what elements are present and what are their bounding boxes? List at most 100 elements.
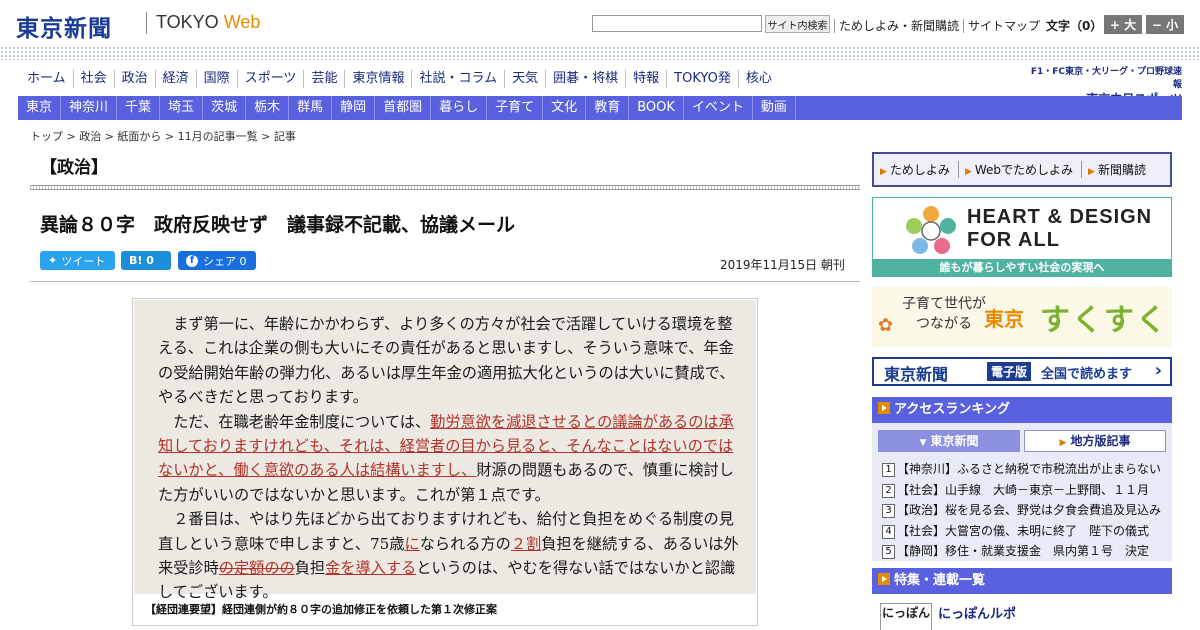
local-kyoiku[interactable]: 教育 bbox=[586, 96, 630, 120]
heart-line-1: HEART & DESIGN bbox=[967, 206, 1153, 228]
local-gunma[interactable]: 群馬 bbox=[289, 96, 333, 120]
scan-paragraph-3: ２番目は、やはり先ほどから出ておりますけれども、給付と負担をめぐる制度の見直しと… bbox=[158, 507, 746, 605]
facebook-share-button[interactable]: f シェア 0 bbox=[178, 251, 256, 270]
article-headline: 異論８０字 政府反映せず 議事録不記載、協議メール bbox=[40, 214, 516, 236]
font-small-button[interactable]: − 小 bbox=[1146, 15, 1184, 34]
feature-item[interactable]: にっぽん にっぽんルポ bbox=[872, 597, 1172, 630]
nav-kakushin[interactable]: 核心 bbox=[737, 70, 779, 88]
subscribe-promo-bar: ▶ ためしよみ ▶ Webでためしよみ ▶ 新聞購読 bbox=[872, 152, 1172, 187]
nav-international[interactable]: 国際 bbox=[195, 70, 237, 88]
ranking-item-text: 【社会】大嘗宮の儀、未明に終了 陛下の儀式 bbox=[897, 523, 1150, 538]
red-underline-text: の定額のの bbox=[218, 559, 295, 578]
local-kosodate[interactable]: 子育て bbox=[487, 96, 544, 120]
promo-subscribe-link[interactable]: ▶ 新聞購読 bbox=[1082, 161, 1154, 178]
header-link-subscribe[interactable]: ためしよみ・新聞購読 bbox=[834, 19, 964, 33]
site-header: 東京新聞 TOKYO Web サイト内検索 ためしよみ・新聞購読 サイトマップ 文… bbox=[0, 0, 1200, 46]
heart-design-title: HEART & DESIGN FOR ALL bbox=[967, 206, 1152, 252]
twitter-bird-icon: ✦ bbox=[48, 254, 58, 267]
epaper-logo: 東京新聞 bbox=[884, 365, 949, 384]
heart-design-banner[interactable]: HEART & DESIGN FOR ALL 誰もが暮らしやすい社会の実現へ bbox=[872, 197, 1172, 277]
play-square-icon bbox=[878, 573, 890, 585]
red-underline-text: ２割 bbox=[510, 534, 542, 553]
local-shutoken[interactable]: 首都圏 bbox=[375, 96, 432, 120]
nav-economy[interactable]: 経済 bbox=[154, 70, 196, 88]
ranking-tab-label: 東京新聞 bbox=[930, 434, 979, 448]
nav-society[interactable]: 社会 bbox=[72, 70, 114, 88]
feature-thumbnail: にっぽん bbox=[880, 603, 932, 630]
promo-trial-link[interactable]: ▶ ためしよみ bbox=[874, 161, 959, 178]
ranking-item[interactable]: 1 【神奈川】ふるさと納税で市税流出が止まらない bbox=[882, 459, 1168, 480]
local-video[interactable]: 動画 bbox=[753, 96, 796, 120]
local-kurashi[interactable]: 暮らし bbox=[431, 96, 488, 120]
local-tokyo[interactable]: 東京 bbox=[18, 96, 62, 120]
ranking-tab-local[interactable]: ▶ 地方版記事 bbox=[1024, 430, 1166, 452]
site-search-button[interactable]: サイト内検索 bbox=[765, 15, 830, 33]
breadcrumb[interactable]: トップ > 政治 > 紙面から > 11月の記事一覧 > 記事 bbox=[30, 128, 296, 144]
header-links: ためしよみ・新聞購読 サイトマップ bbox=[834, 17, 1045, 34]
sukusuku-logo: すくすく bbox=[1040, 303, 1168, 338]
site-search-input[interactable] bbox=[592, 15, 762, 32]
facebook-share-label: シェア 0 bbox=[203, 254, 247, 268]
nav-weather[interactable]: 天気 bbox=[504, 70, 545, 88]
sukusuku-tagline-1: 子育て世代が bbox=[902, 296, 986, 312]
nav-tokuho[interactable]: 特報 bbox=[625, 70, 666, 88]
access-ranking-box: ▼ 東京新聞 ▶ 地方版記事 1 【神奈川】ふるさと納税で市税流出が止まらない 2 【社… bbox=[872, 423, 1172, 561]
local-kanagawa[interactable]: 神奈川 bbox=[61, 96, 118, 120]
ranking-item[interactable]: 2 【社会】山手線 大崎－東京－上野間、１１月 bbox=[882, 480, 1168, 501]
ranking-item[interactable]: 3 【政治】桜を見る会、野党は夕食会費追及見込み bbox=[882, 500, 1168, 521]
nav-go-shogi[interactable]: 囲碁・将棋 bbox=[545, 70, 625, 88]
nav-politics[interactable]: 政治 bbox=[113, 70, 155, 88]
epaper-banner[interactable]: 東京新聞 電子版 全国で読めます › bbox=[872, 357, 1172, 386]
ranking-tab-label: 地方版記事 bbox=[1070, 434, 1131, 448]
ranking-item[interactable]: 5 【静岡】移住・就業支援金 県内第１号 決定 bbox=[882, 541, 1168, 562]
local-saitama[interactable]: 埼玉 bbox=[160, 96, 204, 120]
main-nav: ホーム 社会 政治 経済 国際 スポーツ 芸能 東京情報 社説・コラム 天気 囲… bbox=[20, 70, 779, 88]
local-chiba[interactable]: 千葉 bbox=[117, 96, 161, 120]
local-shizuoka[interactable]: 静岡 bbox=[332, 96, 376, 120]
sukusuku-tokyo: 東京 bbox=[984, 307, 1024, 331]
local-event[interactable]: イベント bbox=[684, 96, 753, 120]
scan-paragraph-1: まず第一に、年齢にかかわらず、より多くの方々が社会で活躍していける環境を整える、… bbox=[158, 315, 735, 407]
nav-sports[interactable]: スポーツ bbox=[236, 70, 304, 88]
chunichi-tagline: F1・FC東京・大リーグ・プロ野球速報 bbox=[1030, 67, 1182, 90]
nav-tokyo-info[interactable]: 東京情報 bbox=[344, 70, 411, 88]
promo-label: ためしよみ bbox=[889, 163, 950, 177]
figure-caption: 【経団連要望】経団連側が約８０字の追加修正を依頼した第１次修正案 bbox=[145, 603, 497, 616]
features-header: 特集・連載一覧 bbox=[872, 568, 1172, 594]
header-dot-band bbox=[0, 46, 1200, 60]
nav-tokyo-hatsu[interactable]: TOKYO発 bbox=[666, 70, 738, 88]
heart-design-subtitle: 誰もが暮らしやすい社会の実現へ bbox=[873, 259, 1171, 276]
font-large-button[interactable]: + 大 bbox=[1104, 15, 1142, 34]
local-book[interactable]: BOOK bbox=[629, 96, 684, 120]
local-tochigi[interactable]: 栃木 bbox=[246, 96, 290, 120]
ranking-tab-tokyo[interactable]: ▼ 東京新聞 bbox=[878, 430, 1020, 452]
nav-entertainment[interactable]: 芸能 bbox=[303, 70, 344, 88]
promo-web-trial-link[interactable]: ▶ Webでためしよみ bbox=[959, 161, 1083, 178]
logo-divider bbox=[146, 12, 147, 34]
scan-text: ただ、在職老齢年金制度については、 bbox=[173, 412, 431, 431]
rank-number: 5 bbox=[882, 545, 895, 560]
triangle-right-icon: ▶ bbox=[1059, 438, 1067, 448]
tweet-label: ツイート bbox=[61, 254, 106, 268]
triangle-down-icon: ▼ bbox=[919, 438, 927, 448]
red-underline-text: に bbox=[404, 534, 420, 553]
article-dateline: 2019年11月15日 朝刊 bbox=[720, 258, 845, 272]
nav-editorial[interactable]: 社説・コラム bbox=[411, 70, 504, 88]
tokyo-web-logo[interactable]: TOKYO Web bbox=[156, 12, 260, 33]
font-size-label: 文字（0） bbox=[1046, 19, 1103, 33]
tokyo-sukusuku-banner[interactable]: ✿ 子育て世代が つながる 東京 すくすく bbox=[872, 287, 1172, 347]
hatena-bookmark-button[interactable]: B! 0 bbox=[121, 251, 171, 270]
site-logo[interactable]: 東京新聞 bbox=[16, 9, 112, 43]
local-bunka[interactable]: 文化 bbox=[543, 96, 587, 120]
ranking-item[interactable]: 4 【社会】大嘗宮の儀、未明に終了 陛下の儀式 bbox=[882, 521, 1168, 542]
document-scan: まず第一に、年齢にかかわらず、より多くの方々が社会で活躍していける環境を整える、… bbox=[134, 300, 756, 601]
header-link-sitemap[interactable]: サイトマップ bbox=[963, 19, 1045, 33]
facebook-icon: f bbox=[186, 254, 198, 267]
local-ibaraki[interactable]: 茨城 bbox=[203, 96, 247, 120]
tweet-button[interactable]: ✦ ツイート bbox=[40, 251, 115, 270]
nav-home[interactable]: ホーム bbox=[20, 70, 73, 88]
local-nav: 東京 神奈川 千葉 埼玉 茨城 栃木 群馬 静岡 首都圏 暮らし 子育て 文化 … bbox=[18, 96, 1182, 120]
orange-arrow-icon: ▶ bbox=[964, 167, 972, 177]
ranking-item-text: 【静岡】移住・就業支援金 県内第１号 決定 bbox=[897, 544, 1150, 559]
play-square-icon bbox=[878, 402, 890, 414]
